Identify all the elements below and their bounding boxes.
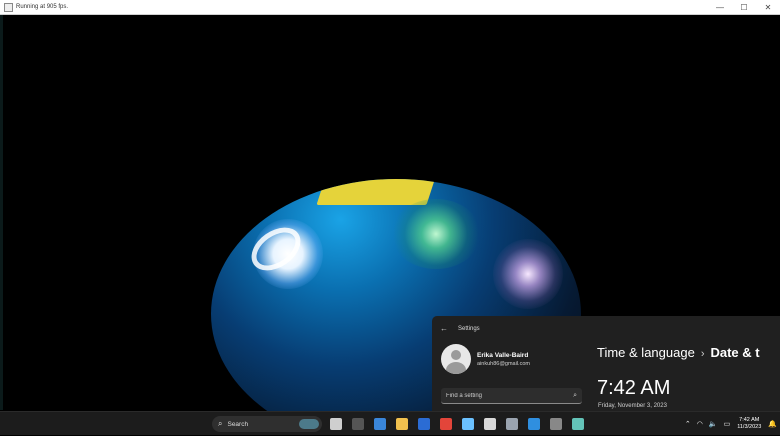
app-b-icon[interactable]: [572, 418, 584, 430]
close-button[interactable]: ✕: [756, 0, 780, 15]
settings-window: ← Settings Erika Valle-Baird ainkuh86@gm…: [432, 316, 780, 411]
settings-search-box[interactable]: ⌕: [441, 388, 582, 404]
breadcrumb: Time & language › Date & t: [597, 345, 760, 360]
volume-muted-icon[interactable]: 🔈: [709, 420, 718, 428]
vscode-icon[interactable]: [528, 418, 540, 430]
find-setting-input[interactable]: [441, 391, 563, 400]
user-name: Erika Valle-Baird: [477, 352, 529, 359]
chevron-up-icon[interactable]: ⌃: [685, 420, 691, 428]
taskbar-search[interactable]: ⌕ Search: [212, 416, 322, 432]
taskbar: ⌕ Search ⌃ ◠ 🔈 ▭ 7:42 AM 11/3/2023 🔔: [0, 411, 780, 435]
settings-icon[interactable]: [506, 418, 518, 430]
window-titlebar: Running at 905 fps. — ☐ ✕: [0, 0, 780, 15]
user-avatar[interactable]: [441, 344, 471, 374]
snipping-icon[interactable]: [484, 418, 496, 430]
app-a-icon[interactable]: [374, 418, 386, 430]
breadcrumb-parent[interactable]: Time & language: [597, 345, 695, 360]
search-highlight-icon: [299, 419, 319, 429]
green-light-highlight: [391, 199, 481, 269]
word-icon[interactable]: [418, 418, 430, 430]
wifi-icon[interactable]: ◠: [697, 420, 703, 428]
task-view-icon[interactable]: [330, 418, 342, 430]
search-icon: ⌕: [218, 419, 223, 428]
taskbar-search-label: Search: [227, 420, 249, 428]
breadcrumb-current: Date & t: [710, 345, 760, 360]
window-title: Running at 905 fps.: [16, 4, 69, 10]
purple-light-highlight: [493, 239, 563, 309]
back-arrow-icon[interactable]: ←: [440, 324, 448, 333]
window-controls: — ☐ ✕: [708, 0, 780, 15]
file-explorer-icon[interactable]: [396, 418, 408, 430]
avatar-head-icon: [451, 350, 461, 360]
current-time: 7:42 AM: [597, 377, 671, 399]
current-date: Friday, November 3, 2023: [598, 403, 667, 409]
clock-date: 11/3/2023: [737, 424, 762, 430]
clock-time: 7:42 AM: [739, 417, 760, 423]
settings-title: Settings: [458, 325, 480, 332]
app-icon: [4, 2, 13, 12]
chevron-right-icon: ›: [700, 348, 705, 360]
terminal-icon[interactable]: [352, 418, 364, 430]
start-button[interactable]: [191, 417, 204, 430]
settings-header: ← Settings: [440, 324, 480, 333]
avatar-body-icon: [446, 362, 466, 374]
notification-bell-icon[interactable]: 🔔: [768, 420, 777, 428]
taskbar-clock[interactable]: 7:42 AM 11/3/2023: [737, 417, 761, 431]
cmd-icon[interactable]: [550, 418, 562, 430]
maximize-button[interactable]: ☐: [732, 0, 756, 15]
notepad-icon[interactable]: [462, 418, 474, 430]
minimize-button[interactable]: —: [708, 0, 732, 15]
user-email: ainkuh86@gmail.com: [477, 361, 530, 367]
search-icon[interactable]: ⌕: [573, 392, 577, 400]
battery-icon[interactable]: ▭: [724, 420, 731, 428]
chrome-icon[interactable]: [440, 418, 452, 430]
system-tray: ⌃ ◠ 🔈 ▭ 7:42 AM 11/3/2023 🔔: [682, 412, 780, 436]
